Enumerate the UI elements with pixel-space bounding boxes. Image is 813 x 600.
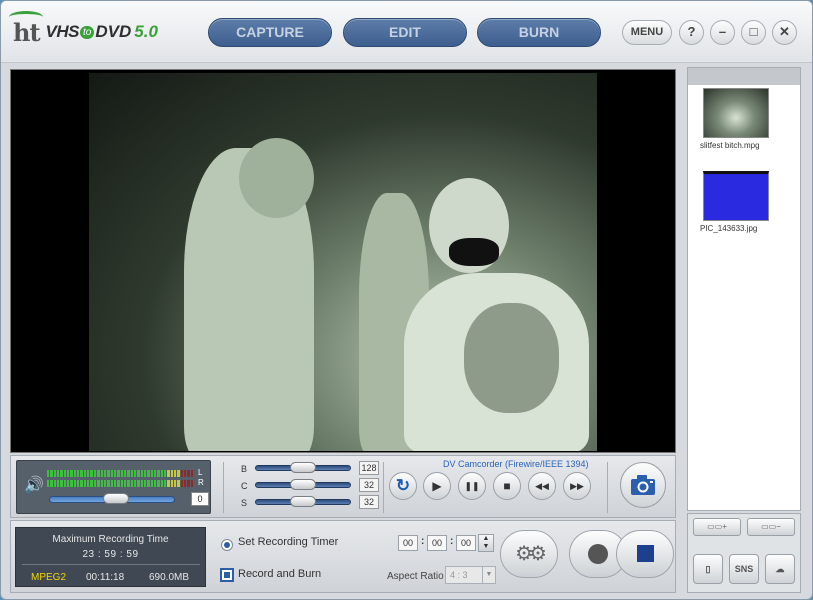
logo-vhs: VHS xyxy=(45,22,80,41)
refresh-button[interactable]: ↻ xyxy=(389,472,417,500)
maximize-button[interactable]: □ xyxy=(741,20,766,45)
device-icon-button[interactable]: ▯ xyxy=(693,554,723,584)
remove-file-button[interactable]: ▭▭− xyxy=(747,518,795,536)
device-name: DV Camcorder (Firewire/IEEE 1394) xyxy=(443,459,589,469)
control-panel: 🔊 L R 0 B 128 C 32 S 32 DV Camcorder (Fi… xyxy=(10,455,676,518)
max-recording-time: 23 : 59 : 59 xyxy=(82,549,139,560)
fast-forward-button[interactable]: ▶▶ xyxy=(563,472,591,500)
help-button[interactable]: ? xyxy=(679,20,704,45)
top-bar: ht VHS to DVD 5.0 CAPTURE EDIT BURN MENU… xyxy=(1,1,812,63)
brightness-value: 128 xyxy=(359,461,379,475)
file-thumbnail[interactable] xyxy=(703,88,769,138)
set-timer-label[interactable]: Set Recording Timer xyxy=(238,536,338,548)
video-preview[interactable] xyxy=(10,69,676,453)
left-channel-label: L xyxy=(198,468,203,477)
contrast-knob[interactable] xyxy=(290,479,316,490)
burn-tab[interactable]: BURN xyxy=(477,18,601,47)
audio-meter-left xyxy=(47,470,194,477)
gear-icon: ⚙⚙ xyxy=(515,543,547,565)
recording-info: Maximum Recording Time 23 : 59 : 59 MPEG… xyxy=(15,527,206,587)
video-frame xyxy=(89,73,597,451)
app-window: ht VHS to DVD 5.0 CAPTURE EDIT BURN MENU… xyxy=(0,0,813,600)
file-name[interactable]: PIC_143633.jpg xyxy=(700,224,800,233)
volume-slider-knob[interactable] xyxy=(103,493,129,504)
play-button[interactable]: ▶ xyxy=(423,472,451,500)
timer-seconds[interactable]: 00 xyxy=(456,535,476,551)
minimize-button[interactable]: – xyxy=(710,20,735,45)
contrast-value: 32 xyxy=(359,478,379,492)
set-timer-radio[interactable] xyxy=(221,539,233,551)
logo-dvd: DVD xyxy=(95,22,132,41)
stop-record-button[interactable] xyxy=(616,530,674,578)
saturation-knob[interactable] xyxy=(290,496,316,507)
settings-button[interactable]: ⚙⚙ xyxy=(500,530,558,578)
edit-tab[interactable]: EDIT xyxy=(343,18,467,47)
right-channel-label: R xyxy=(198,478,204,487)
recording-format: MPEG2 xyxy=(31,572,67,583)
sns-button[interactable]: SNS xyxy=(729,554,759,584)
file-actions-panel: ▭▭+ ▭▭− ▯ SNS ☁ xyxy=(687,513,801,593)
recording-panel: Maximum Recording Time 23 : 59 : 59 MPEG… xyxy=(10,520,676,593)
record-burn-label[interactable]: Record and Burn xyxy=(238,568,321,580)
timer-hours[interactable]: 00 xyxy=(398,535,418,551)
speaker-icon[interactable]: 🔊 xyxy=(24,475,44,495)
camera-icon xyxy=(631,475,655,495)
saturation-label: S xyxy=(241,498,248,508)
saturation-value: 32 xyxy=(359,495,379,509)
rewind-button[interactable]: ◀◀ xyxy=(528,472,556,500)
audio-panel: 🔊 L R 0 xyxy=(16,460,211,514)
audio-meter-right xyxy=(47,480,194,487)
file-list-panel: slitfest bitch.mpg PIC_143633.jpg xyxy=(687,67,801,511)
snapshot-button[interactable] xyxy=(620,462,666,508)
volume-value: 0 xyxy=(191,492,209,506)
file-name[interactable]: slitfest bitch.mpg xyxy=(700,141,800,150)
add-file-button[interactable]: ▭▭+ xyxy=(693,518,741,536)
contrast-label: C xyxy=(241,481,248,491)
brightness-knob[interactable] xyxy=(290,462,316,473)
timer-spinner[interactable]: ▲ ▼ xyxy=(478,534,494,552)
menu-button[interactable]: MENU xyxy=(622,20,672,45)
app-logo: ht VHS to DVD 5.0 xyxy=(9,10,158,47)
timer-minutes[interactable]: 00 xyxy=(427,535,447,551)
brightness-label: B xyxy=(241,464,248,474)
pause-button[interactable]: ❚❚ xyxy=(458,472,486,500)
logo-ht: ht xyxy=(9,10,43,47)
cloud-icon[interactable]: ☁ xyxy=(765,554,795,584)
logo-version: 5.0 xyxy=(134,22,158,41)
aspect-ratio-label: Aspect Ratio xyxy=(387,571,444,582)
max-recording-title: Maximum Recording Time xyxy=(52,534,169,545)
logo-to: to xyxy=(80,25,95,39)
record-burn-checkbox[interactable] xyxy=(220,568,234,582)
aspect-ratio-select[interactable]: 4 : 3 ▼ xyxy=(445,566,496,584)
capture-tab[interactable]: CAPTURE xyxy=(208,18,332,47)
recording-duration: 00:11:18 xyxy=(86,572,125,583)
stop-button[interactable]: ■ xyxy=(493,472,521,500)
file-thumbnail[interactable] xyxy=(703,171,769,221)
chevron-down-icon: ▼ xyxy=(482,567,495,583)
recording-size: 690.0MB xyxy=(149,572,190,583)
close-button[interactable]: ✕ xyxy=(772,20,797,45)
file-list-header xyxy=(688,68,800,85)
